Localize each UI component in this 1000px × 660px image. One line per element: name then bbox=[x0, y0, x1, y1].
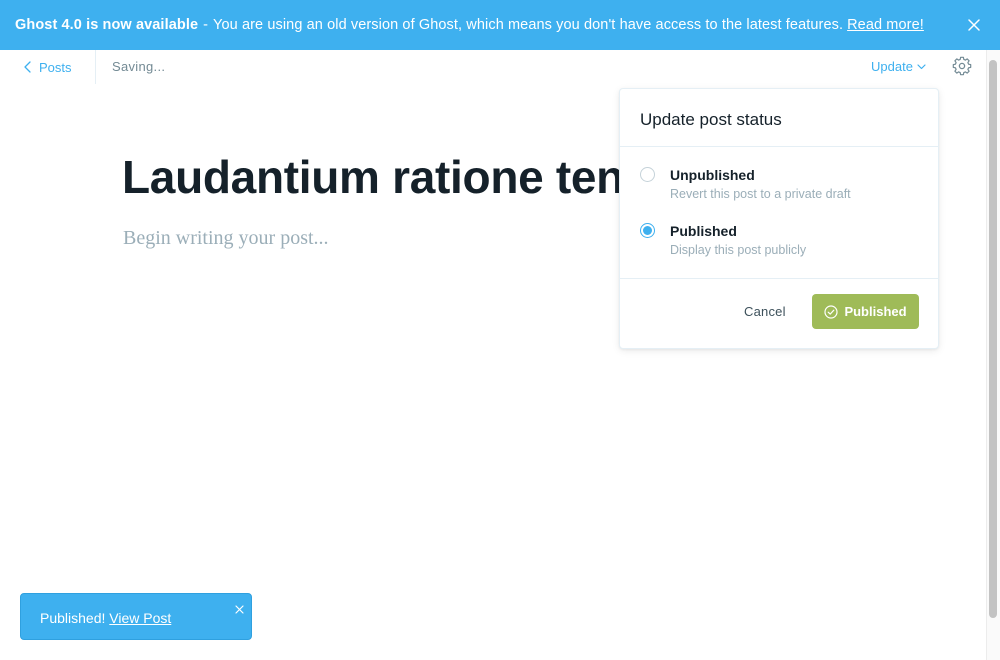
post-settings-button[interactable] bbox=[952, 56, 972, 76]
option-description: Revert this post to a private draft bbox=[670, 187, 851, 201]
banner-title: Ghost 4.0 is now available bbox=[15, 17, 199, 33]
update-dropdown-trigger[interactable]: Update bbox=[871, 59, 926, 74]
toast-close-icon[interactable] bbox=[235, 601, 244, 614]
published-radio[interactable] bbox=[640, 223, 655, 238]
back-label: Posts bbox=[39, 59, 72, 75]
post-title-input[interactable]: Laudantium ratione tenetur bbox=[122, 150, 622, 212]
published-toast: Published! View Post bbox=[20, 593, 252, 640]
banner-separator: - bbox=[203, 17, 209, 33]
status-option-unpublished[interactable]: Unpublished Revert this post to a privat… bbox=[640, 165, 920, 205]
option-label: Unpublished bbox=[670, 167, 755, 183]
scrollbar-thumb[interactable] bbox=[989, 60, 997, 618]
banner-message: You are using an old version of Ghost, w… bbox=[213, 17, 844, 33]
cancel-button[interactable]: Cancel bbox=[744, 304, 786, 319]
popover-divider bbox=[620, 278, 938, 279]
upgrade-banner: Ghost 4.0 is now available - You are usi… bbox=[0, 0, 1000, 50]
option-description: Display this post publicly bbox=[670, 243, 807, 257]
status-option-published[interactable]: Published Display this post publicly bbox=[640, 221, 920, 261]
update-label: Update bbox=[871, 59, 913, 74]
toast-message: Published! bbox=[40, 610, 106, 626]
back-to-posts-link[interactable]: Posts bbox=[24, 59, 72, 75]
banner-close-icon[interactable] bbox=[966, 17, 982, 33]
popover-heading: Update post status bbox=[640, 110, 782, 129]
published-button-label: Published bbox=[844, 304, 907, 319]
gear-icon bbox=[952, 56, 972, 76]
unpublished-radio[interactable] bbox=[640, 167, 655, 182]
view-post-link[interactable]: View Post bbox=[109, 610, 171, 626]
editor-header: Posts Saving... Update bbox=[0, 50, 986, 84]
popover-divider bbox=[620, 146, 938, 147]
save-status: Saving... bbox=[112, 59, 166, 74]
header-divider bbox=[95, 50, 96, 84]
check-circle-icon bbox=[824, 304, 839, 319]
chevron-down-icon bbox=[917, 64, 926, 70]
post-body-editor[interactable]: Begin writing your post... bbox=[123, 227, 329, 250]
banner-read-more-link[interactable]: Read more! bbox=[847, 17, 924, 33]
post-status-popover: Update post status Unpublished Revert th… bbox=[619, 88, 939, 349]
option-label: Published bbox=[670, 223, 737, 239]
published-button[interactable]: Published bbox=[812, 294, 919, 329]
chevron-left-icon bbox=[24, 61, 31, 73]
